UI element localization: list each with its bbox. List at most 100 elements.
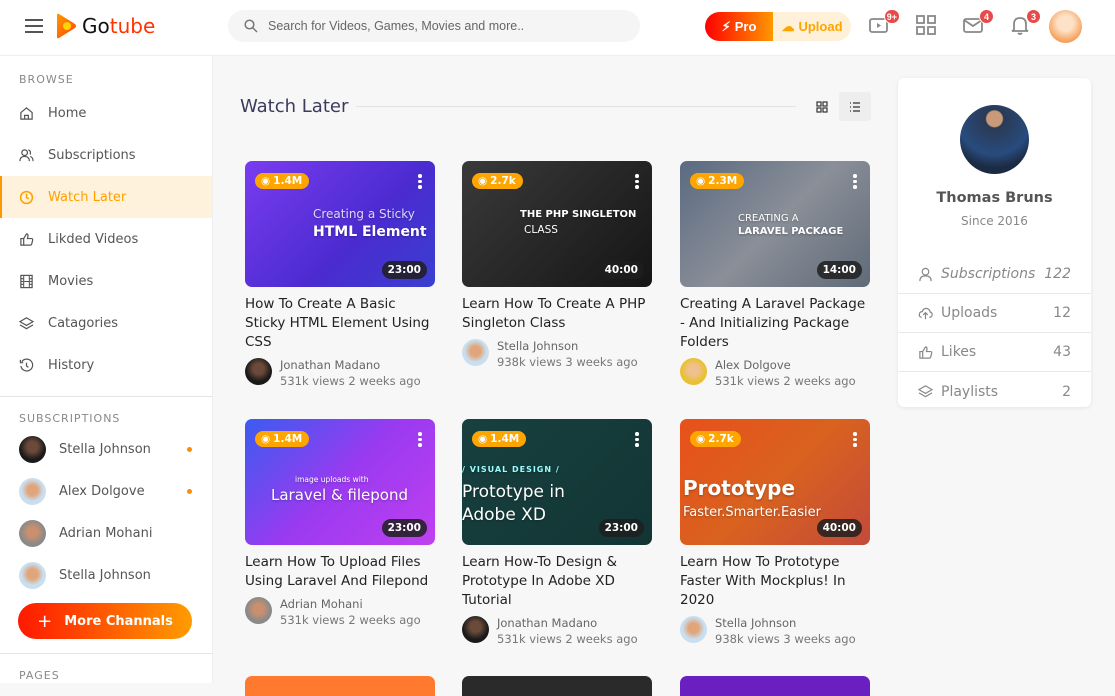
logo-play-icon (57, 13, 76, 39)
more-options-icon[interactable] (418, 174, 422, 189)
eye-icon: ◉ (478, 175, 488, 187)
more-options-icon[interactable] (635, 432, 639, 447)
video-thumbnail[interactable]: / VISUAL DESIGN / Prototype in Adobe XD … (462, 419, 652, 545)
sidebar-item-movies[interactable]: Movies (0, 260, 212, 302)
video-thumbnail[interactable]: Prototype Faster.Smarter.Easier ◉ 2.7k 40… (680, 419, 870, 545)
video-notifications-button[interactable]: 9+ (868, 9, 900, 38)
pro-button[interactable]: ⚡︎ Pro (705, 12, 773, 41)
upload-button[interactable]: ☁︎ Upload (773, 12, 851, 41)
apps-button[interactable] (915, 14, 939, 38)
logo-text-go: Go (82, 14, 110, 38)
duration-badge: 23:00 (598, 519, 644, 537)
profile-stat-subscriptions[interactable]: Subscriptions 122 (898, 255, 1091, 294)
search-input[interactable] (268, 19, 628, 33)
home-icon (20, 106, 33, 120)
channel-name[interactable]: Alex Dolgove (715, 357, 856, 373)
more-options-icon[interactable] (853, 174, 857, 189)
grid-view-button[interactable] (806, 92, 838, 121)
channel-avatar (19, 519, 46, 547)
sidebar-item-subscriptions[interactable]: Subscriptions (0, 134, 212, 176)
sidebar-item-history[interactable]: History (0, 344, 212, 386)
subscription-item[interactable]: Stella Johnson (0, 428, 212, 470)
video-thumbnail[interactable]: image uploads with Laravel & filepond ◉ 1… (245, 419, 435, 545)
messages-button[interactable]: 4 (962, 9, 994, 38)
channel-avatar[interactable] (245, 597, 272, 624)
search-bar (228, 10, 640, 42)
list-view-icon (850, 101, 860, 112)
thumbnail-text: Creating a Sticky (313, 207, 415, 221)
list-view-button[interactable] (839, 92, 871, 121)
video-stats: 938k views 3 weeks ago (497, 355, 638, 369)
video-stats: 531k views 2 weeks ago (280, 613, 421, 627)
sidebar-item-watch-later[interactable]: Watch Later (0, 176, 212, 218)
video-title[interactable]: How To Create A Basic Sticky HTML Elemen… (245, 295, 435, 352)
more-channels-button[interactable]: + More Channals (18, 603, 192, 639)
video-card: CREATING A LARAVEL PACKAGE ◉ 2.3M 14:00 C… (680, 161, 870, 389)
profile-avatar[interactable] (960, 105, 1029, 174)
video-card: Creating a Sticky HTML Element ◉ 1.4M 23:… (245, 161, 435, 389)
channel-name[interactable]: Stella Johnson (715, 615, 856, 631)
sidebar-item-likded-videos[interactable]: Likded Videos (0, 218, 212, 260)
menu-icon[interactable] (25, 19, 43, 33)
video-card: / VISUAL DESIGN / Prototype in Adobe XD … (462, 419, 652, 647)
video-stats: 531k views 2 weeks ago (715, 374, 856, 388)
sidebar-item-home[interactable]: Home (0, 92, 212, 134)
thumbnail-text: THE PHP SINGLETON (520, 209, 637, 220)
views-badge: ◉ 1.4M (255, 431, 310, 447)
thumbnail-text: image uploads with (295, 475, 369, 484)
channel-name: Alex Dolgove (59, 483, 145, 499)
video-thumbnail[interactable]: Creating a Sticky HTML Element ◉ 1.4M 23:… (245, 161, 435, 287)
video-title[interactable]: Creating A Laravel Package - And Initial… (680, 295, 870, 352)
video-title[interactable]: Learn How-To Design & Prototype In Adobe… (462, 553, 652, 610)
channel-avatar (19, 435, 46, 463)
channel-name[interactable]: Jonathan Madano (497, 615, 638, 631)
stat-value: 2 (1062, 383, 1071, 400)
title-divider (356, 106, 796, 107)
notifications-button[interactable]: 3 (1009, 9, 1041, 38)
views-count: 1.4M (273, 175, 303, 187)
channel-name[interactable]: Jonathan Madano (280, 357, 421, 373)
more-options-icon[interactable] (418, 432, 422, 447)
video-title[interactable]: Learn How To Upload Files Using Laravel … (245, 553, 435, 591)
subscription-item[interactable]: Alex Dolgove (0, 470, 212, 512)
subscription-item[interactable]: Stella Johnson (0, 554, 212, 596)
video-thumbnail-partial[interactable] (462, 676, 652, 696)
profile-since: Since 2016 (961, 214, 1028, 228)
video-card: THE PHP SINGLETON CLASS ◉ 2.7k 40:00 Lear… (462, 161, 652, 370)
channel-name[interactable]: Adrian Mohani (280, 596, 421, 612)
channel-name[interactable]: Stella Johnson (497, 338, 638, 354)
thumbnail-text: CREATING A (738, 213, 799, 224)
channel-avatar[interactable] (245, 358, 272, 385)
channel-avatar[interactable] (680, 358, 707, 385)
cloud-upload-icon: ☁︎ (781, 18, 795, 34)
user-icon (919, 267, 932, 281)
video-title[interactable]: Learn How To Create A PHP Singleton Clas… (462, 295, 652, 333)
views-badge: ◉ 2.7k (472, 173, 523, 189)
thumbnail-text: HTML Element (313, 224, 427, 240)
subscription-item[interactable]: Adrian Mohani (0, 512, 212, 554)
sidebar-item-catagories[interactable]: Catagories (0, 302, 212, 344)
user-avatar[interactable] (1049, 10, 1082, 43)
channel-avatar[interactable] (462, 339, 489, 366)
more-options-icon[interactable] (853, 432, 857, 447)
more-options-icon[interactable] (635, 174, 639, 189)
video-card: image uploads with Laravel & filepond ◉ 1… (245, 419, 435, 628)
channel-name: Stella Johnson (59, 441, 151, 457)
profile-stat-playlists[interactable]: Playlists 2 (898, 372, 1091, 411)
video-thumbnail-partial[interactable] (680, 676, 870, 696)
thumbnail-text: / VISUAL DESIGN / (462, 465, 560, 474)
channel-avatar[interactable] (462, 616, 489, 643)
video-thumbnail[interactable]: THE PHP SINGLETON CLASS ◉ 2.7k 40:00 (462, 161, 652, 287)
thumbs-up-icon (20, 232, 34, 246)
video-thumbnail[interactable]: CREATING A LARAVEL PACKAGE ◉ 2.3M 14:00 (680, 161, 870, 287)
logo[interactable]: Go tube (55, 13, 155, 39)
thumbnail-text: Laravel & filepond (271, 486, 408, 504)
video-title[interactable]: Learn How To Prototype Faster With Mockp… (680, 553, 870, 610)
video-stats: 938k views 3 weeks ago (715, 632, 856, 646)
channel-avatar[interactable] (680, 616, 707, 643)
lightning-icon: ⚡︎ (721, 18, 731, 34)
users-icon (19, 148, 34, 161)
profile-stat-likes[interactable]: Likes 43 (898, 333, 1091, 372)
profile-stat-uploads[interactable]: Uploads 12 (898, 294, 1091, 333)
video-thumbnail-partial[interactable] (245, 676, 435, 696)
